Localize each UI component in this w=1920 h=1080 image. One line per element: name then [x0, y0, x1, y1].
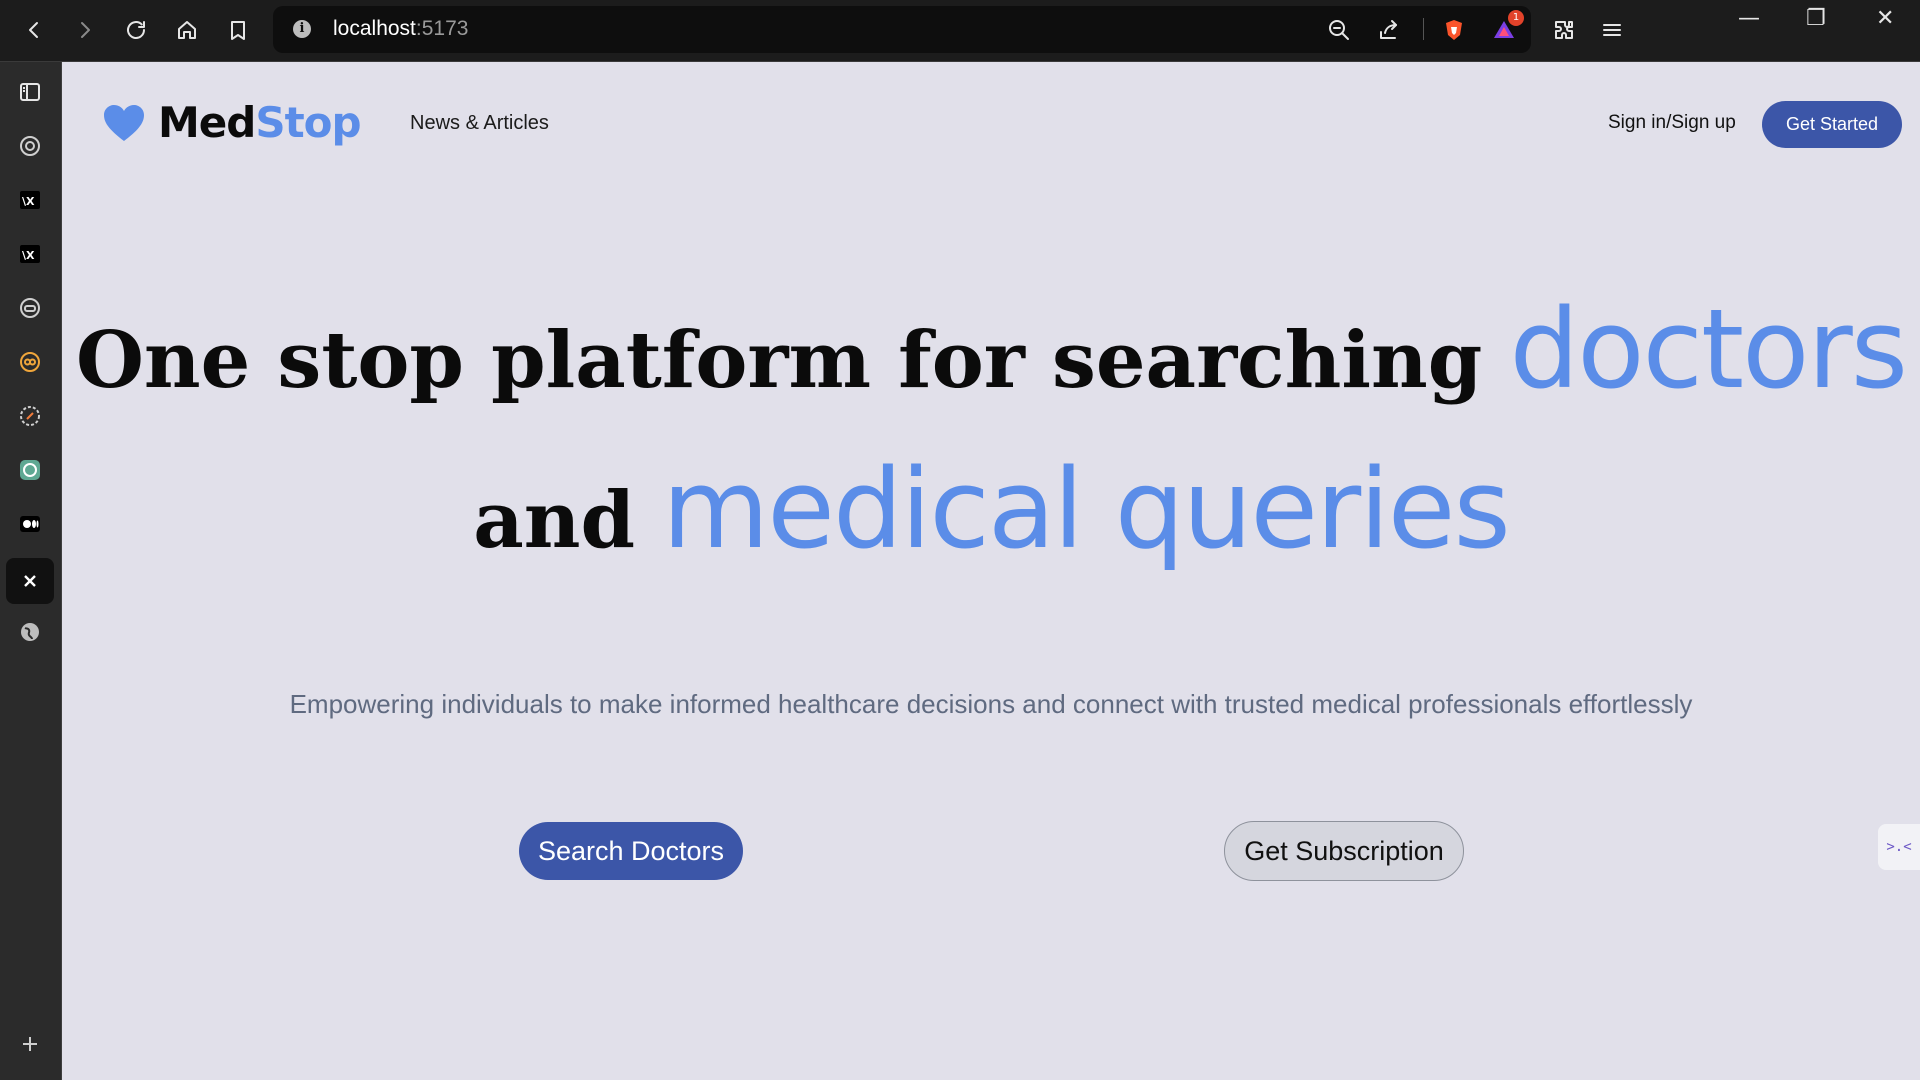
home-icon[interactable] — [171, 14, 203, 46]
browser-sidebar: \X \X — [0, 62, 62, 1080]
medium-icon[interactable] — [14, 508, 46, 540]
hero-accent-medical-queries: medical queries — [662, 445, 1511, 573]
nav-news-articles[interactable]: News & Articles — [410, 112, 549, 135]
close-window-button[interactable]: ✕ — [1876, 6, 1894, 31]
toolbar-divider — [1423, 18, 1424, 40]
gamepad-icon[interactable] — [14, 292, 46, 324]
url-text[interactable]: localhost:5173 — [333, 17, 468, 41]
floating-side-tab[interactable]: >.< — [1878, 824, 1920, 870]
add-icon[interactable] — [14, 1028, 46, 1060]
share-icon[interactable] — [1373, 14, 1405, 46]
minimize-button[interactable]: — — [1738, 6, 1760, 31]
zoom-out-icon[interactable] — [1323, 14, 1355, 46]
get-started-button[interactable]: Get Started — [1762, 101, 1902, 148]
hero-line-1-text: One stop platform for searching — [75, 315, 1510, 406]
app-x-icon-2[interactable]: \X — [14, 238, 46, 270]
sidebar-panel-icon[interactable] — [14, 76, 46, 108]
extensions-icon[interactable] — [1548, 14, 1580, 46]
back-icon[interactable] — [18, 14, 50, 46]
chatgpt-icon[interactable] — [14, 454, 46, 486]
restore-button[interactable]: ❐ — [1806, 6, 1826, 31]
menu-icon[interactable] — [1596, 14, 1628, 46]
page-viewport: MedStop News & Articles Sign in/Sign up … — [62, 62, 1920, 1080]
brave-shield-icon[interactable] — [1438, 14, 1470, 46]
bookmark-icon[interactable] — [222, 14, 254, 46]
site-info-icon[interactable]: i — [293, 20, 311, 38]
svg-text:\X: \X — [22, 249, 35, 262]
forward-icon[interactable] — [69, 14, 101, 46]
app-x-icon[interactable]: \X — [14, 184, 46, 216]
github-icon[interactable] — [14, 130, 46, 162]
compass-icon[interactable] — [14, 400, 46, 432]
heart-icon — [104, 104, 144, 141]
globe-icon[interactable] — [14, 616, 46, 648]
site-logo[interactable]: MedStop — [102, 98, 362, 147]
hero-line-2-text: and — [473, 475, 663, 566]
get-subscription-button[interactable]: Get Subscription — [1224, 821, 1464, 881]
hero-accent-doctors: doctors — [1509, 285, 1908, 413]
rewards-badge: 1 — [1508, 10, 1524, 26]
infinity-icon[interactable] — [14, 346, 46, 378]
logo-text: MedStop — [158, 98, 362, 147]
reload-icon[interactable] — [120, 14, 152, 46]
address-bar[interactable]: i localhost:5173 1 — [273, 6, 1531, 53]
hero-line-2: and medical queries — [62, 454, 1920, 564]
browser-toolbar: i localhost:5173 1 — ❐ ✕ — [0, 0, 1920, 62]
svg-text:\X: \X — [22, 195, 35, 208]
hero-subtitle: Empowering individuals to make informed … — [289, 689, 1693, 719]
hero-line-1: One stop platform for searching doctors — [62, 294, 1920, 404]
search-doctors-button[interactable]: Search Doctors — [519, 822, 743, 880]
x-twitter-icon[interactable] — [6, 558, 54, 604]
brave-rewards-icon[interactable]: 1 — [1488, 10, 1524, 46]
signin-link[interactable]: Sign in/Sign up — [1608, 112, 1736, 134]
hero-title: One stop platform for searching doctors … — [62, 294, 1920, 564]
